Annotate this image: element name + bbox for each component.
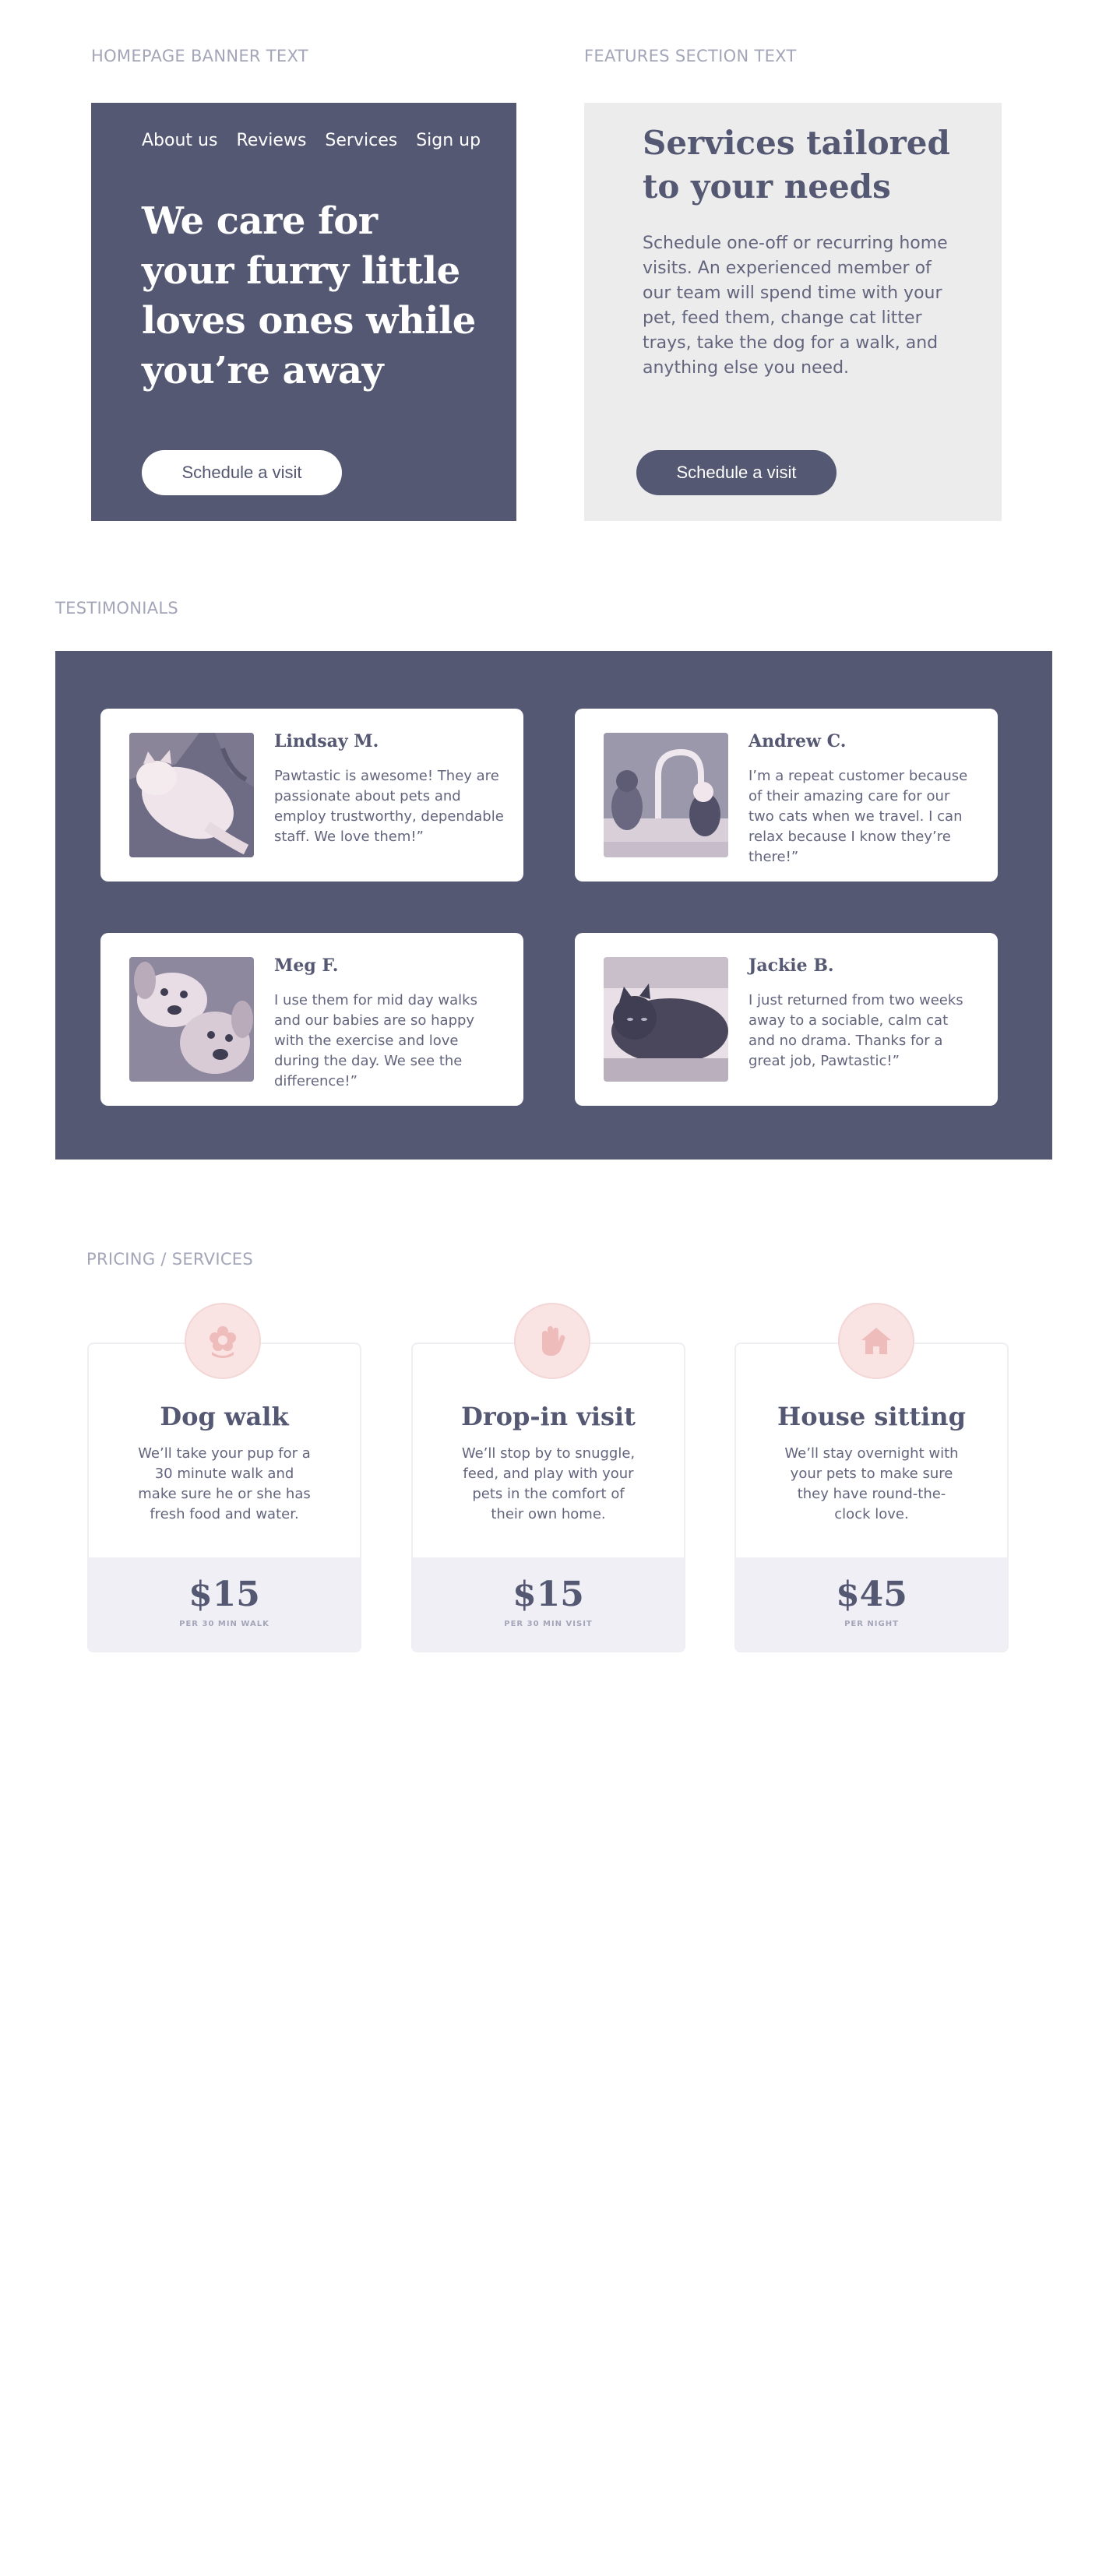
nav-about-us[interactable]: About us	[142, 131, 217, 150]
label-testimonials: TESTIMONIALS	[55, 599, 178, 618]
pricing-title: Drop-in visit	[461, 1402, 636, 1431]
pricing-card-drop-in-visit[interactable]: Drop-in visit We’ll stop by to snuggle, …	[411, 1343, 685, 1652]
two-puppies-photo	[129, 957, 254, 1082]
testimonial-text: I just returned from two weeks away to a…	[748, 992, 963, 1069]
label-pricing-services: PRICING / SERVICES	[86, 1250, 253, 1269]
banner-headline: We care for your furry little loves ones…	[142, 199, 476, 392]
testimonial-name: Lindsay M.	[274, 731, 379, 751]
testimonial-name: Jackie B.	[748, 955, 834, 976]
pricing-footer: $15 PER 30 MIN VISIT	[413, 1557, 684, 1651]
testimonial-card: Jackie B. I just returned from two weeks…	[575, 933, 998, 1106]
pricing-title: House sitting	[777, 1402, 966, 1431]
cats-at-faucet-photo	[604, 733, 728, 857]
testimonial-text: I’m a repeat customer because of their a…	[748, 768, 968, 865]
nav-sign-up[interactable]: Sign up	[416, 131, 481, 150]
flower-icon	[185, 1303, 261, 1379]
pricing-description: We’ll stop by to snuggle, feed, and play…	[461, 1445, 636, 1522]
house-icon	[838, 1303, 914, 1379]
pricing-description: We’ll take your pup for a 30 minute walk…	[138, 1445, 311, 1522]
schedule-visit-button[interactable]: Schedule a visit	[142, 450, 342, 495]
features-section: Services tailored to your needs Schedule…	[584, 103, 1002, 521]
label-features-section: FEATURES SECTION TEXT	[584, 47, 797, 65]
nav-reviews[interactable]: Reviews	[236, 131, 306, 150]
features-body: Schedule one-off or recurring home visit…	[643, 234, 948, 378]
pricing-description: We’ll stay overnight with your pets to m…	[784, 1445, 959, 1522]
testimonial-card: Lindsay M. Pawtastic is awesome! They ar…	[100, 709, 523, 882]
testimonial-text: I use them for mid day walks and our bab…	[274, 992, 477, 1089]
pricing-price: $15	[512, 1575, 584, 1614]
features-title: Services tailored to your needs	[643, 124, 950, 206]
nav-services[interactable]: Services	[325, 131, 397, 150]
pricing-card-dog-walk[interactable]: Dog walk We’ll take your pup for a 30 mi…	[87, 1343, 361, 1652]
testimonial-name: Andrew C.	[748, 731, 847, 751]
black-cat-photo	[604, 957, 728, 1082]
homepage-banner: About us Reviews Services Sign up We car…	[91, 103, 516, 521]
pricing-card-house-sitting[interactable]: House sitting We’ll stay overnight with …	[734, 1343, 1009, 1652]
pricing-title: Dog walk	[160, 1402, 289, 1431]
banner-nav: About us Reviews Services Sign up	[142, 131, 481, 150]
pricing-price: $45	[836, 1575, 907, 1614]
testimonial-name: Meg F.	[274, 955, 339, 976]
testimonial-card: Andrew C. I’m a repeat customer because …	[575, 709, 998, 882]
sleeping-cat-photo	[129, 733, 254, 857]
pricing-unit: PER 30 MIN VISIT	[504, 1620, 593, 1628]
testimonial-text: Pawtastic is awesome! They are passionat…	[274, 768, 504, 845]
pricing-unit: PER NIGHT	[844, 1620, 899, 1628]
pricing-unit: PER 30 MIN WALK	[179, 1620, 269, 1628]
label-homepage-banner: HOMEPAGE BANNER TEXT	[91, 47, 308, 65]
pricing-footer: $45 PER NIGHT	[736, 1557, 1007, 1651]
features-schedule-visit-button[interactable]: Schedule a visit	[636, 450, 837, 495]
pricing-price: $15	[188, 1575, 260, 1614]
hand-icon	[514, 1303, 590, 1379]
testimonial-card: Meg F. I use them for mid day walks and …	[100, 933, 523, 1106]
pricing-footer: $15 PER 30 MIN WALK	[89, 1557, 360, 1651]
testimonials-section: Lindsay M. Pawtastic is awesome! They ar…	[55, 651, 1052, 1160]
